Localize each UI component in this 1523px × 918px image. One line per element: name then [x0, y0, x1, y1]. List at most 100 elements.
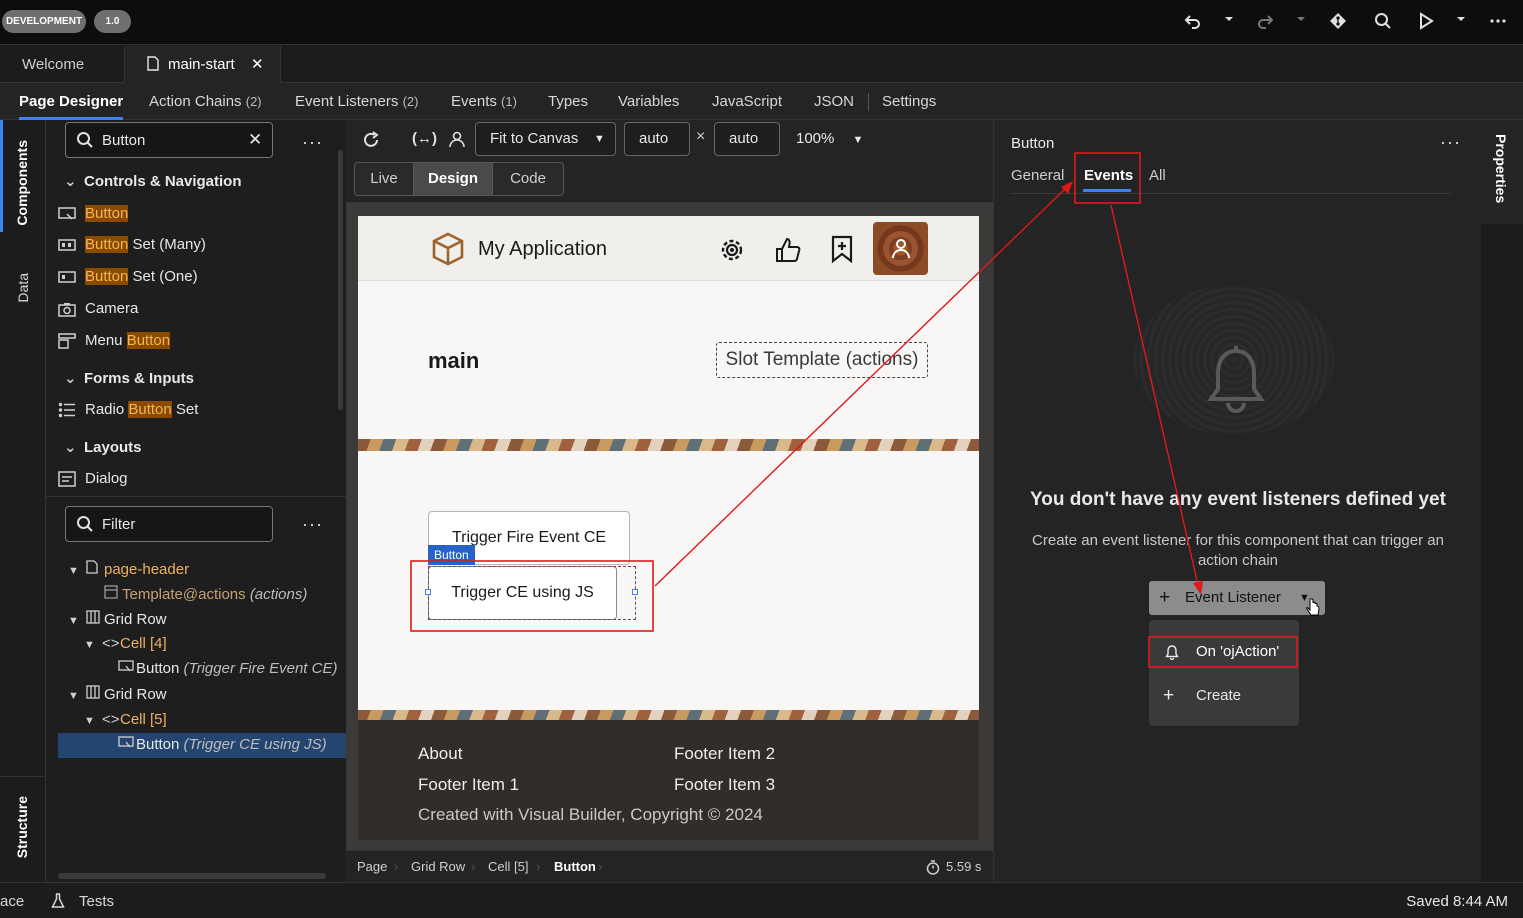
breadcrumb-item[interactable]: Cell [5]	[488, 851, 528, 883]
tree-node-page-header[interactable]: ▼ page-header	[68, 560, 189, 578]
page-preview[interactable]: My Application main Slot Template (actio…	[358, 216, 979, 840]
gear-icon[interactable]	[718, 236, 746, 264]
clear-search-icon[interactable]: ✕	[248, 130, 262, 150]
git-icon[interactable]	[1329, 12, 1349, 32]
menu-item-create[interactable]: + Create	[1149, 681, 1299, 711]
tab-types[interactable]: Types	[548, 83, 588, 120]
breadcrumb-item[interactable]: Button	[554, 851, 596, 883]
tree-node-grid-row[interactable]: ▼ Grid Row	[68, 685, 167, 703]
footer-link-item1[interactable]: Footer Item 1	[418, 775, 519, 795]
zoom-select[interactable]: 100% ▼	[796, 130, 863, 147]
component-item-button-set-many[interactable]: Button Set (Many)	[58, 236, 206, 253]
tab-json[interactable]: JSON	[814, 83, 854, 120]
group-layouts[interactable]: ⌄ Layouts	[64, 438, 142, 456]
more-icon[interactable]: ···	[302, 514, 323, 535]
search-icon[interactable]	[1374, 12, 1394, 32]
footer-link-item3[interactable]: Footer Item 3	[674, 775, 775, 795]
mode-design[interactable]: Design	[413, 162, 493, 196]
active-rail-indicator	[0, 120, 3, 232]
search-input[interactable]: Button	[102, 132, 145, 149]
search-icon	[76, 515, 94, 533]
width-input[interactable]: auto	[624, 122, 690, 156]
mode-live[interactable]: Live	[354, 162, 414, 196]
run-dropdown-icon[interactable]	[1456, 14, 1476, 34]
undo-icon[interactable]	[1184, 12, 1204, 32]
tree-node-cell-4[interactable]: ▼ <>Cell [4]	[84, 635, 167, 652]
props-tab-all[interactable]: All	[1149, 167, 1166, 184]
breadcrumb-item[interactable]: Page	[357, 851, 387, 883]
rail-tab-data[interactable]: Data	[15, 273, 31, 303]
props-tab-events[interactable]: Events	[1084, 167, 1133, 184]
rail-tab-components[interactable]: Components	[14, 140, 30, 226]
menu-item-on-ojaction[interactable]: On 'ojAction'	[1149, 637, 1299, 667]
slot-template[interactable]: Slot Template (actions)	[716, 342, 928, 378]
footer-copyright: Created with Visual Builder, Copyright ©…	[418, 805, 763, 824]
footer-link-item2[interactable]: Footer Item 2	[674, 744, 775, 764]
fit-to-canvas-select[interactable]: Fit to Canvas ▼	[475, 122, 616, 156]
thumbs-up-icon[interactable]	[774, 236, 802, 264]
tab-javascript[interactable]: JavaScript	[712, 83, 782, 120]
run-icon[interactable]	[1417, 12, 1437, 32]
component-search[interactable]: Button ✕	[65, 122, 273, 158]
tab-events[interactable]: Events (1)	[451, 83, 517, 120]
tree-node-grid-row[interactable]: ▼ Grid Row	[68, 610, 167, 628]
breadcrumb-item[interactable]: Grid Row	[411, 851, 465, 883]
height-input[interactable]: auto	[714, 122, 780, 156]
undo-dropdown-icon[interactable]	[1224, 14, 1244, 34]
avatar[interactable]	[873, 222, 928, 275]
breadcrumb: Page › Grid Row › Cell [5] › Button › 5.…	[346, 850, 993, 882]
bookmark-add-icon[interactable]	[830, 235, 854, 263]
app-header: My Application	[358, 216, 979, 281]
footer-link-about[interactable]: About	[418, 744, 462, 764]
file-tabs: Welcome main-start ✕	[0, 46, 1523, 83]
props-tab-general[interactable]: General	[1011, 167, 1064, 184]
caret-down-icon: ▼	[84, 639, 95, 651]
status-workspace[interactable]: ace	[0, 893, 24, 910]
more-icon[interactable]: ···	[302, 132, 323, 153]
add-event-listener-button[interactable]: + Event Listener ▼	[1149, 581, 1325, 615]
close-icon[interactable]: ✕	[251, 46, 264, 83]
variables-icon[interactable]: (↔)	[412, 130, 437, 147]
scrollbar[interactable]	[338, 150, 343, 410]
flask-icon	[51, 893, 65, 909]
tab-page-designer[interactable]: Page Designer	[19, 83, 124, 120]
redo-icon[interactable]	[1256, 12, 1276, 32]
breadcrumb-separator: ›	[598, 859, 603, 874]
component-item-menu-button[interactable]: Menu Button	[58, 332, 171, 349]
tree-node-button-fire[interactable]: Button (Trigger Fire Event CE)	[118, 660, 337, 677]
group-forms-inputs[interactable]: ⌄ Forms & Inputs	[64, 369, 194, 387]
rail-tab-properties[interactable]: Properties	[1493, 134, 1509, 203]
tab-variables[interactable]: Variables	[618, 83, 679, 120]
file-tab-welcome[interactable]: Welcome	[0, 46, 124, 83]
tab-settings[interactable]: Settings	[882, 83, 936, 120]
decorative-band	[358, 710, 979, 720]
tests-link[interactable]: Tests	[79, 893, 114, 910]
structure-filter[interactable]: Filter	[65, 506, 273, 542]
horizontal-scrollbar[interactable]	[58, 873, 326, 879]
component-item-radio-button-set[interactable]: Radio Button Set	[58, 401, 198, 418]
decorative-band	[358, 439, 979, 451]
component-item-button-set-one[interactable]: Button Set (One)	[58, 268, 198, 285]
more-icon[interactable]	[1489, 12, 1509, 32]
tree-node-button-js[interactable]: Button (Trigger CE using JS)	[118, 736, 327, 753]
filter-input[interactable]: Filter	[102, 516, 135, 533]
component-item-button[interactable]: Button	[58, 205, 129, 222]
file-tab-main-start[interactable]: main-start ✕	[124, 46, 281, 83]
redo-dropdown-icon[interactable]	[1296, 14, 1316, 34]
tab-event-listeners[interactable]: Event Listeners (2)	[295, 83, 418, 120]
group-controls-navigation[interactable]: ⌄ Controls & Navigation	[64, 172, 242, 190]
refresh-icon[interactable]	[362, 131, 380, 149]
tab-action-chains[interactable]: Action Chains (2)	[149, 83, 262, 120]
mode-code[interactable]: Code	[492, 162, 564, 196]
resize-handle[interactable]	[632, 589, 638, 595]
rail-tab-structure[interactable]: Structure	[14, 796, 30, 858]
tree-node-template[interactable]: Template@actions (actions)	[104, 585, 307, 603]
user-icon[interactable]	[448, 130, 466, 148]
chevron-down-icon: ⌄	[64, 370, 77, 387]
more-icon[interactable]: ···	[1440, 132, 1461, 153]
resize-handle[interactable]	[425, 589, 431, 595]
left-rail: Components Data Structure	[0, 120, 46, 882]
tree-node-cell-5[interactable]: ▼ <>Cell [5]	[84, 711, 167, 728]
component-item-camera[interactable]: Camera	[58, 300, 138, 317]
component-item-dialog[interactable]: Dialog	[58, 470, 128, 487]
